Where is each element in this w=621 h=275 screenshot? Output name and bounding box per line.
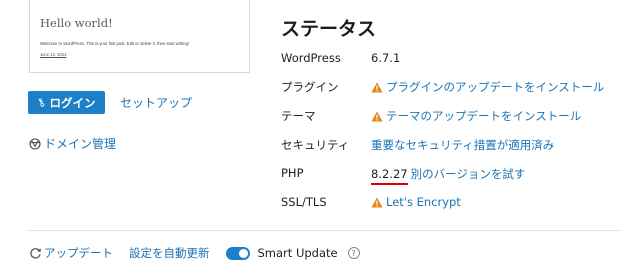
updates-label: アップデート (44, 246, 113, 260)
globe-icon (29, 137, 41, 150)
row-value-php: 8.2.27 別のバージョンを試す (371, 166, 526, 185)
site-preview-thumbnail[interactable]: Hello world! Welcome to WordPress. This … (29, 0, 250, 73)
security-measures-link[interactable]: 重要なセキュリティ措置が適用済み (371, 137, 554, 153)
divider (27, 230, 621, 231)
row-label-theme: テーマ (281, 109, 316, 123)
row-label-php: PHP (281, 166, 304, 180)
preview-post-text: Welcome to WordPress. This is your first… (40, 41, 189, 46)
bottom-bar: アップデート 設定を自動更新 Smart Update ? (29, 245, 360, 261)
warning-icon (371, 82, 383, 92)
warning-icon (371, 197, 383, 207)
install-plugin-updates-link[interactable]: プラグインのアップデートをインストール (386, 79, 604, 95)
try-another-version-link[interactable]: 別のバージョンを試す (411, 166, 526, 182)
php-version: 8.2.27 (371, 167, 408, 185)
row-value-plugins[interactable]: プラグインのアップデートをインストール (371, 79, 604, 95)
php-version-underline (371, 183, 408, 185)
row-value-security[interactable]: 重要なセキュリティ措置が適用済み (371, 137, 554, 153)
row-label-plugins: プラグイン (281, 80, 339, 94)
login-label: ログイン (49, 95, 96, 110)
install-theme-updates-link[interactable]: テーマのアップデートをインストール (386, 108, 581, 124)
login-button[interactable]: ⚷ ログイン (28, 91, 105, 114)
auto-update-settings-link[interactable]: 設定を自動更新 (129, 245, 210, 261)
row-label-wordpress: WordPress (281, 51, 341, 65)
row-value-theme[interactable]: テーマのアップデートをインストール (371, 108, 581, 124)
row-value-ssl[interactable]: Let's Encrypt (371, 195, 461, 209)
php-version-text: 8.2.27 (371, 167, 408, 181)
refresh-icon (30, 247, 41, 259)
lets-encrypt-link[interactable]: Let's Encrypt (386, 195, 461, 209)
smart-update-toggle[interactable] (225, 246, 250, 260)
domain-management-label: ドメイン管理 (44, 137, 117, 151)
smart-update-label: Smart Update (257, 246, 338, 260)
warning-icon (371, 111, 383, 121)
row-value-wordpress: 6.7.1 (371, 51, 400, 65)
setup-link[interactable]: セットアップ (120, 94, 192, 111)
preview-date-link: June 12, 2024 (40, 52, 67, 57)
domain-management-link[interactable]: ドメイン管理 (29, 135, 116, 152)
status-heading: ステータス (281, 18, 377, 40)
key-icon: ⚷ (34, 94, 49, 111)
preview-site-title: Hello world! (40, 16, 113, 30)
updates-link[interactable]: アップデート (29, 245, 113, 261)
help-icon[interactable]: ? (347, 247, 360, 259)
wordpress-version: 6.7.1 (371, 51, 401, 65)
row-label-ssl: SSL/TLS (281, 195, 327, 209)
toggle-knob (238, 248, 248, 258)
row-label-security: セキュリティ (281, 138, 350, 152)
